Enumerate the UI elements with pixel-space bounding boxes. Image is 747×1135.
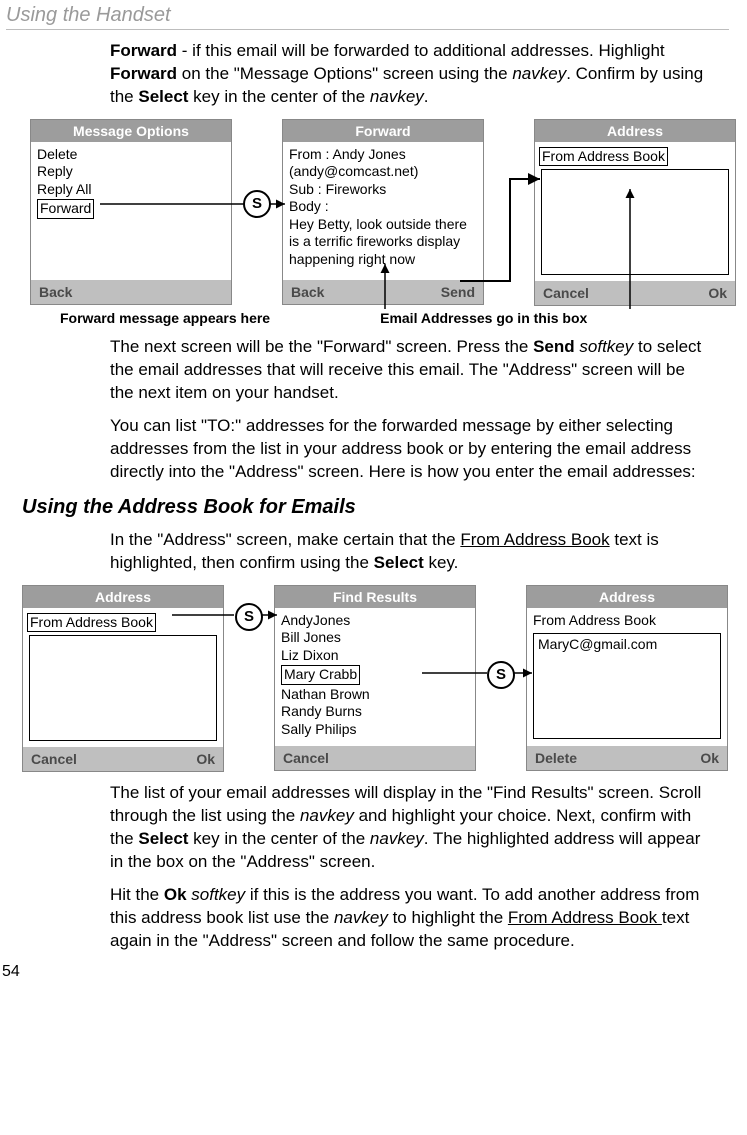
heading-address-book: Using the Address Book for Emails bbox=[22, 496, 729, 519]
underline-from-address-book: From Address Book bbox=[460, 530, 609, 549]
em-navkey-5: navkey bbox=[334, 908, 388, 927]
em-softkey: softkey bbox=[579, 337, 633, 356]
bold-forward: Forward bbox=[110, 41, 177, 60]
bold-forward-2: Forward bbox=[110, 64, 177, 83]
underline-from-address-book-2: From Address Book bbox=[508, 908, 662, 927]
paragraph-send-softkey: The next screen will be the "Forward" sc… bbox=[110, 336, 709, 405]
select-key-icon: S bbox=[487, 661, 515, 689]
connector-svg-2 bbox=[22, 585, 742, 785]
em-navkey-3: navkey bbox=[300, 806, 354, 825]
em-navkey: navkey bbox=[512, 64, 566, 83]
bold-send: Send bbox=[533, 337, 575, 356]
em-navkey-2: navkey bbox=[370, 87, 424, 106]
bold-select: Select bbox=[138, 87, 188, 106]
select-key-icon: S bbox=[235, 603, 263, 631]
bold-ok: Ok bbox=[164, 885, 187, 904]
select-key-icon: S bbox=[243, 190, 271, 218]
paragraph-to-addresses: You can list "TO:" addresses for the for… bbox=[110, 415, 709, 484]
screens-row-2: Address From Address Book Cancel Ok S Fi… bbox=[22, 585, 719, 773]
connector-svg-1 bbox=[30, 119, 730, 319]
bold-select-2: Select bbox=[374, 553, 424, 572]
paragraph-address-screen: In the "Address" screen, make certain th… bbox=[110, 529, 709, 575]
em-softkey-2: softkey bbox=[191, 885, 245, 904]
page-number: 54 bbox=[2, 963, 729, 981]
page-header: Using the Handset bbox=[6, 4, 729, 30]
screens-row-1: Message Options Delete Reply Reply All F… bbox=[30, 119, 719, 307]
em-navkey-4: navkey bbox=[370, 829, 424, 848]
paragraph-find-results: The list of your email addresses will di… bbox=[110, 782, 709, 874]
bold-select-3: Select bbox=[138, 829, 188, 848]
paragraph-forward-intro: Forward - if this email will be forwarde… bbox=[110, 40, 709, 109]
paragraph-ok-softkey: Hit the Ok softkey if this is the addres… bbox=[110, 884, 709, 953]
